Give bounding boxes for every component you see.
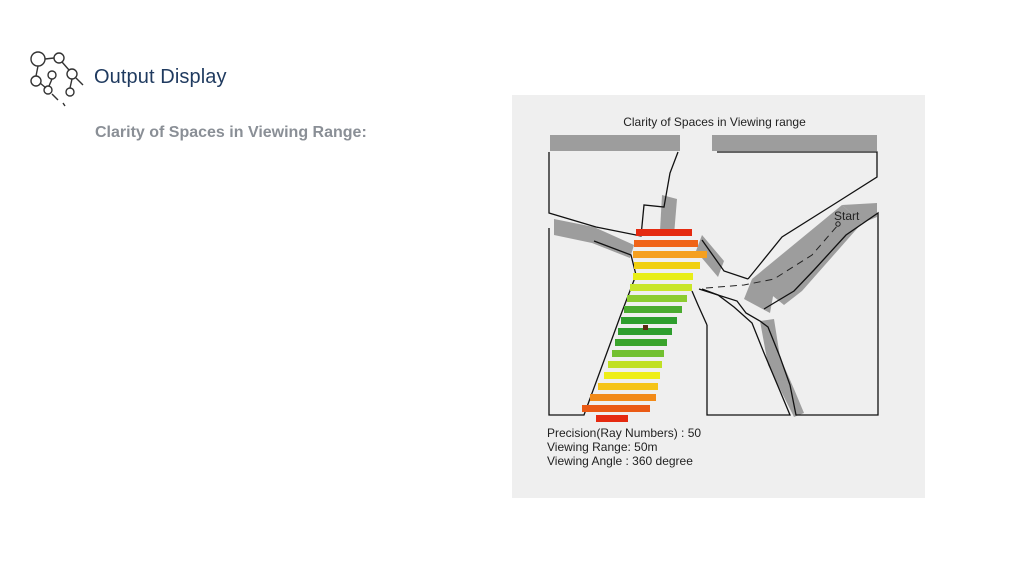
slide: Output Display Clarity of Spaces in View… [0,0,1024,575]
network-magnifier-icon [28,48,90,110]
figure-params: Precision(Ray Numbers) : 50 Viewing Rang… [547,426,701,468]
start-label: Start [834,209,860,223]
page-title: Output Display [94,66,227,88]
param-viewing-range: Viewing Range: 50m [547,440,658,454]
figure-title: Clarity of Spaces in Viewing range [623,115,806,129]
param-viewing-angle: Viewing Angle : 360 degree [547,454,693,468]
param-precision: Precision(Ray Numbers) : 50 [547,426,702,440]
floor-walls [548,151,879,416]
clarity-map-figure: Clarity of Spaces in Viewing range Start… [512,95,925,498]
viewer-marker [643,325,648,330]
section-subtitle: Clarity of Spaces in Viewing Range: [95,124,367,141]
